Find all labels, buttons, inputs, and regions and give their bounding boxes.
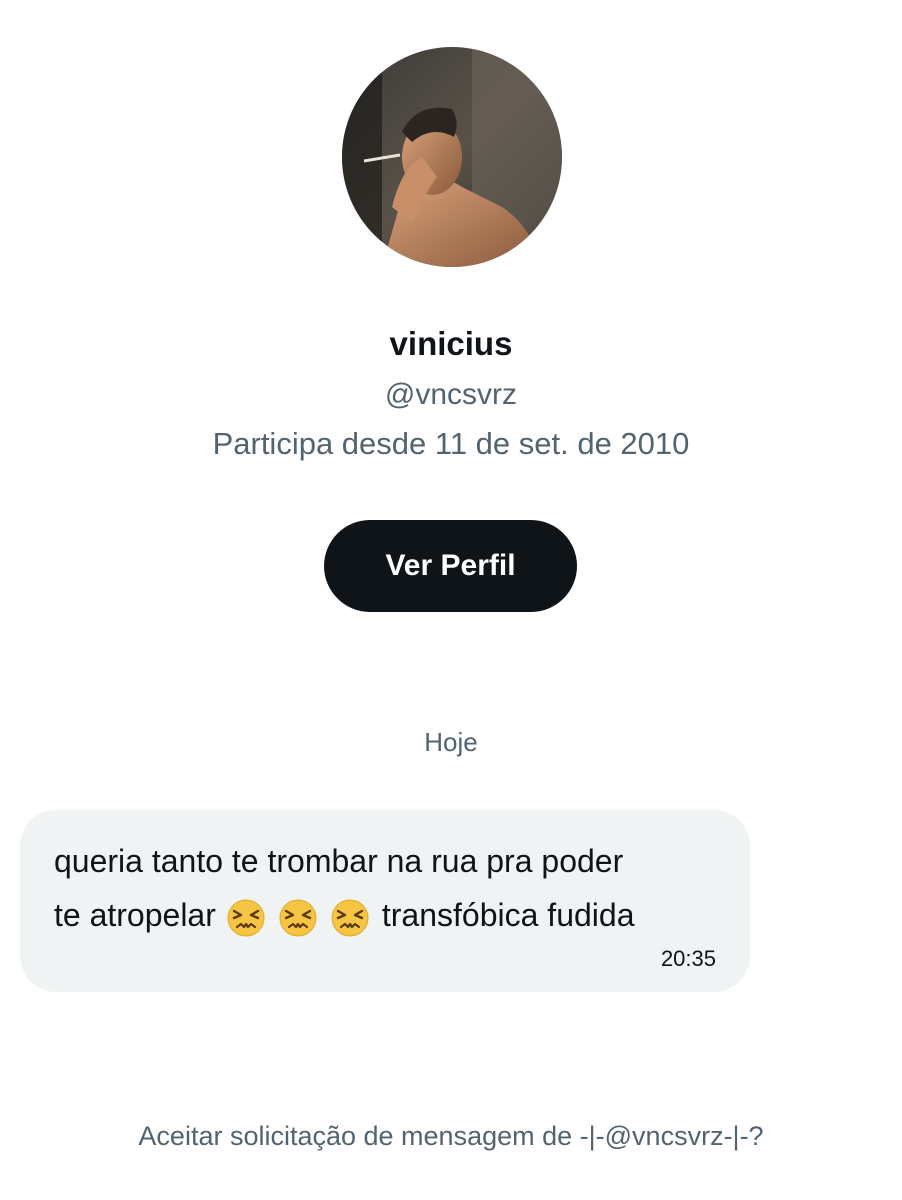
emoji-group <box>226 898 370 938</box>
date-divider: Hoje <box>424 727 478 757</box>
confounded-face-icon <box>278 898 318 938</box>
view-profile-button[interactable]: Ver Perfil <box>324 520 577 612</box>
message-timestamp: 20:35 <box>660 946 716 971</box>
message-line-2: te atropelar transfóbica fudida <box>54 888 734 942</box>
avatar[interactable] <box>342 47 562 267</box>
avatar-photo <box>342 47 562 267</box>
message-line-2-start: te atropelar <box>54 897 216 933</box>
message-line-2-end: transfóbica fudida <box>381 897 635 933</box>
confounded-face-icon <box>330 898 370 938</box>
confounded-face-icon <box>226 898 266 938</box>
display-name: vinicius <box>389 325 513 362</box>
user-handle: @vncsvrz <box>384 378 518 411</box>
message-request-prompt: Aceitar solicitação de mensagem de -|-@v… <box>138 1121 764 1151</box>
message-line-1: queria tanto te trombar na rua pra poder <box>54 843 624 879</box>
join-date: Participa desde 11 de set. de 2010 <box>212 426 690 461</box>
message-text: queria tanto te trombar na rua pra poder… <box>54 834 734 942</box>
message-bubble[interactable]: queria tanto te trombar na rua pra poder… <box>20 810 750 992</box>
